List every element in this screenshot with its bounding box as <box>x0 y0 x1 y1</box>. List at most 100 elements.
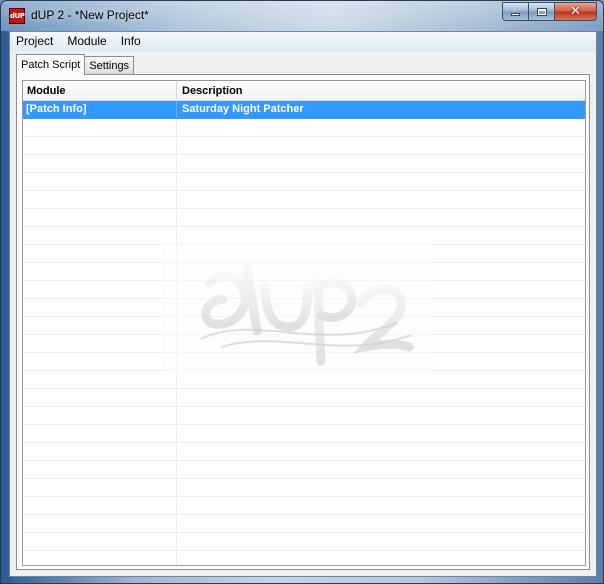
empty-table-row <box>23 551 585 565</box>
empty-table-row <box>23 137 585 155</box>
empty-cell <box>23 461 177 478</box>
empty-cell <box>23 263 177 280</box>
empty-table-row <box>23 443 585 461</box>
empty-cell <box>23 317 177 334</box>
empty-cell <box>177 479 585 496</box>
empty-cell <box>177 353 585 370</box>
empty-cell <box>177 209 585 226</box>
tab-settings[interactable]: Settings <box>84 56 135 75</box>
empty-cell <box>23 353 177 370</box>
empty-cell <box>177 191 585 208</box>
patch-script-panel: Module Description [Patch Info] Saturday… <box>16 74 590 570</box>
empty-cell <box>23 299 177 316</box>
empty-cell <box>177 263 585 280</box>
minimize-button[interactable] <box>502 2 528 21</box>
empty-table-row <box>23 227 585 245</box>
empty-cell <box>23 245 177 262</box>
title-bar[interactable]: dUP dUP 2 - *New Project* ✕ <box>1 1 603 31</box>
empty-table-row <box>23 425 585 443</box>
empty-table-row <box>23 119 585 137</box>
empty-table-row <box>23 191 585 209</box>
column-header-module[interactable]: Module <box>23 81 177 100</box>
empty-table-row <box>23 533 585 551</box>
menu-project[interactable]: Project <box>10 32 60 51</box>
empty-table-row <box>23 389 585 407</box>
empty-table-row <box>23 245 585 263</box>
empty-cell <box>23 209 177 226</box>
minimize-icon <box>511 13 520 16</box>
empty-cell <box>177 137 585 154</box>
cell-module: [Patch Info] <box>23 101 177 118</box>
empty-cell <box>23 425 177 442</box>
empty-cell <box>23 119 177 136</box>
empty-cell <box>177 371 585 388</box>
empty-cell <box>177 119 585 136</box>
empty-cell <box>23 389 177 406</box>
empty-cell <box>177 497 585 514</box>
empty-table-row <box>23 515 585 533</box>
empty-cell <box>23 227 177 244</box>
empty-cell <box>23 173 177 190</box>
empty-cell <box>23 479 177 496</box>
table-body: [Patch Info] Saturday Night Patcher <box>23 101 585 565</box>
empty-table-row <box>23 209 585 227</box>
empty-table-row <box>23 353 585 371</box>
empty-cell <box>177 227 585 244</box>
empty-cell <box>177 425 585 442</box>
empty-table-row <box>23 407 585 425</box>
empty-cell <box>177 461 585 478</box>
close-button[interactable]: ✕ <box>554 2 597 21</box>
dup-app-icon[interactable]: dUP <box>9 8 25 24</box>
empty-cell <box>177 317 585 334</box>
empty-rows <box>23 119 585 565</box>
empty-cell <box>23 533 177 550</box>
empty-cell <box>177 245 585 262</box>
empty-table-row <box>23 263 585 281</box>
empty-cell <box>23 497 177 514</box>
empty-table-row <box>23 317 585 335</box>
close-icon: ✕ <box>570 4 581 19</box>
empty-cell <box>23 515 177 532</box>
empty-cell <box>23 407 177 424</box>
empty-cell <box>177 551 585 565</box>
maximize-icon <box>536 7 547 16</box>
empty-cell <box>23 443 177 460</box>
table-header: Module Description <box>23 81 585 101</box>
empty-cell <box>177 155 585 172</box>
column-header-description[interactable]: Description <box>177 81 585 100</box>
empty-cell <box>23 191 177 208</box>
empty-table-row <box>23 335 585 353</box>
window-controls: ✕ <box>502 2 597 21</box>
empty-cell <box>23 551 177 565</box>
empty-table-row <box>23 479 585 497</box>
table-row[interactable]: [Patch Info] Saturday Night Patcher <box>23 101 585 119</box>
empty-table-row <box>23 173 585 191</box>
empty-cell <box>177 281 585 298</box>
empty-table-row <box>23 299 585 317</box>
empty-table-row <box>23 281 585 299</box>
app-window: dUP dUP 2 - *New Project* ✕ Project Modu… <box>0 0 604 584</box>
empty-cell <box>177 407 585 424</box>
empty-cell <box>177 173 585 190</box>
maximize-button[interactable] <box>528 2 554 21</box>
window-title: dUP 2 - *New Project* <box>31 8 149 22</box>
empty-cell <box>177 515 585 532</box>
empty-table-row <box>23 155 585 173</box>
empty-cell <box>177 533 585 550</box>
empty-cell <box>23 371 177 388</box>
empty-cell <box>23 155 177 172</box>
empty-table-row <box>23 497 585 515</box>
empty-cell <box>23 335 177 352</box>
empty-cell <box>177 335 585 352</box>
menu-module[interactable]: Module <box>60 32 113 51</box>
client-area: Project Module Info Patch Script Setting… <box>9 31 597 577</box>
tab-strip: Patch Script Settings <box>16 54 135 75</box>
empty-cell <box>177 443 585 460</box>
tab-patch-script[interactable]: Patch Script <box>16 54 86 75</box>
menu-bar: Project Module Info <box>10 32 596 51</box>
patch-script-table[interactable]: Module Description [Patch Info] Saturday… <box>22 80 586 566</box>
menu-info[interactable]: Info <box>114 32 148 51</box>
cell-description: Saturday Night Patcher <box>182 103 304 115</box>
empty-cell <box>23 137 177 154</box>
empty-table-row <box>23 371 585 389</box>
